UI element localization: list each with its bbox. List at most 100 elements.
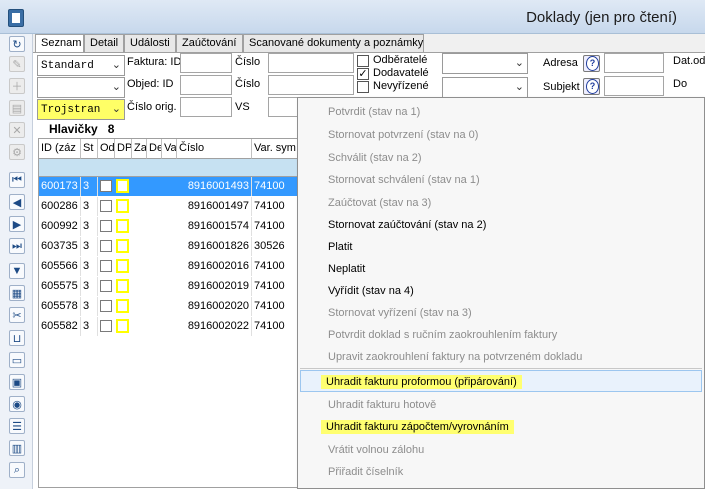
secondary-select[interactable]: ⌄ (37, 77, 125, 98)
tab-udalosti[interactable]: Události (124, 34, 176, 52)
menu-item-platit[interactable]: Platit (328, 241, 352, 253)
table-row[interactable]: 605578 3 8916002020 74100 (39, 297, 310, 316)
col-header-id[interactable]: ID (záz (39, 139, 81, 159)
col-header-va[interactable]: Va (162, 139, 177, 159)
dodavatele-checkbox[interactable]: ✓ (357, 68, 369, 80)
tools-icon[interactable]: ✂ (9, 307, 25, 323)
dp-checkbox[interactable] (116, 259, 129, 273)
menu-item-zauctovat[interactable]: Zaúčtovat (stav na 3) (328, 197, 431, 209)
col-header-de[interactable]: De (147, 139, 162, 159)
nevyrizene-checkbox[interactable] (357, 81, 369, 93)
menu-item-vyridit[interactable]: Vyřídit (stav na 4) (328, 285, 414, 297)
menu-item-uhradit-zapoctem[interactable]: Uhradit fakturu zápočtem/vyrovnáním (321, 420, 514, 434)
col-header-dp[interactable]: DP (115, 139, 132, 159)
menu-item-uhradit-proformou[interactable]: Uhradit fakturu proformou (připárování) (321, 375, 522, 389)
objed-id-input[interactable] (180, 75, 232, 95)
report-icon[interactable]: ▥ (9, 440, 25, 456)
subjekt-input[interactable] (604, 76, 664, 96)
right-select-1[interactable]: ⌄ (442, 53, 528, 74)
search-icon[interactable]: ⌕ (9, 462, 25, 478)
menu-item-uhradit-hotove[interactable]: Uhradit fakturu hotově (328, 399, 436, 411)
type-select[interactable]: Trojstran ⌄ (37, 99, 125, 120)
od-checkbox[interactable] (100, 180, 112, 192)
computer-icon[interactable]: ▭ (9, 352, 25, 368)
dp-checkbox[interactable] (116, 299, 129, 313)
adresa-label: Adresa (543, 57, 578, 69)
menu-item-neplatit[interactable]: Neplatit (328, 263, 365, 275)
od-checkbox[interactable] (100, 260, 112, 272)
dp-checkbox[interactable] (116, 199, 129, 213)
refresh-icon[interactable]: ↻ (9, 36, 25, 52)
menu-item-priradit-ciselnik[interactable]: Přiřadit číselník (328, 466, 403, 478)
record-icon[interactable]: ◉ (9, 396, 25, 412)
dp-checkbox[interactable] (116, 319, 129, 333)
grid-filter-row[interactable] (39, 159, 310, 177)
delete-icon[interactable]: ✕ (9, 122, 25, 138)
dp-checkbox[interactable] (116, 219, 129, 233)
document-icon[interactable]: ▤ (9, 100, 25, 116)
dp-checkbox[interactable] (116, 179, 129, 193)
tab-zauctovani[interactable]: Zaúčtování (176, 34, 243, 52)
adresa-help-icon[interactable] (583, 55, 600, 72)
adresa-input[interactable] (604, 53, 664, 73)
menu-item-stornovat-zauctovani[interactable]: Stornovat zaúčtování (stav na 2) (328, 219, 486, 231)
previous-record-icon[interactable]: ◀ (9, 194, 25, 210)
menu-item-rucni-zaokrouhleni[interactable]: Potvrdit doklad s ručním zaokrouhlením f… (328, 329, 557, 341)
table-row[interactable]: 600173 3 8916001493 74100 (39, 177, 310, 196)
right-select-2[interactable]: ⌄ (442, 77, 528, 98)
archive-icon[interactable]: ▣ (9, 374, 25, 390)
odberatele-checkbox[interactable] (357, 55, 369, 67)
cislo-orig-input[interactable] (180, 97, 232, 117)
col-header-st[interactable]: St (81, 139, 98, 159)
od-checkbox[interactable] (100, 320, 112, 332)
edit-icon[interactable]: ✎ (9, 56, 25, 72)
cislo-input-2[interactable] (268, 75, 354, 95)
table-row[interactable]: 603735 3 8916001826 30526 (39, 237, 310, 256)
table-icon[interactable]: ▦ (9, 285, 25, 301)
table-row[interactable]: 600286 3 8916001497 74100 (39, 197, 310, 216)
col-header-za[interactable]: Za (132, 139, 147, 159)
col-header-od[interactable]: Od (98, 139, 115, 159)
menu-item-potvrdit[interactable]: Potvrdit (stav na 1) (328, 106, 420, 118)
menu-item-vratit-zalohu[interactable]: Vrátit volnou zálohu (328, 444, 424, 456)
menu-item-stornovat-schvaleni[interactable]: Stornovat schválení (stav na 1) (328, 174, 480, 186)
od-checkbox[interactable] (100, 280, 112, 292)
table-row[interactable]: 600992 3 8916001574 74100 (39, 217, 310, 236)
new-document-icon[interactable]: ＋ (9, 78, 25, 94)
nevyrizene-label: Nevyřízené (373, 80, 429, 92)
menu-item-stornovat-vyrizeni[interactable]: Stornovat vyřízení (stav na 3) (328, 307, 472, 319)
od-checkbox[interactable] (100, 300, 112, 312)
od-checkbox[interactable] (100, 200, 112, 212)
menu-item-stornovat-potvrzeni[interactable]: Stornovat potvrzení (stav na 0) (328, 129, 478, 141)
subjekt-help-icon[interactable] (583, 78, 600, 95)
col-header-cislo[interactable]: Číslo (177, 139, 252, 159)
table-row[interactable]: 605582 3 8916002022 74100 (39, 317, 310, 336)
table-row[interactable]: 605575 3 8916002019 74100 (39, 277, 310, 296)
odberatele-label: Odběratelé (373, 54, 428, 66)
window-title: Doklady (jen pro čtení) (526, 9, 677, 26)
menu-item-upravit-zaokrouhleni[interactable]: Upravit zaokrouhlení faktury na potvrzen… (328, 351, 582, 363)
table-row[interactable]: 605566 3 8916002016 74100 (39, 257, 310, 276)
cislo-input-1[interactable] (268, 53, 354, 73)
filter-icon[interactable]: ▼ (9, 263, 25, 279)
dp-checkbox[interactable] (116, 279, 129, 293)
cislo-label-1: Číslo (235, 56, 261, 68)
settings-icon[interactable]: ⚙ (9, 144, 25, 160)
menu-item-schvalit[interactable]: Schválit (stav na 2) (328, 152, 422, 164)
tab-scanovane-dokumenty[interactable]: Scanované dokumenty a poznámky (243, 34, 424, 52)
view-select[interactable]: Standard ⌄ (37, 55, 125, 76)
cart-icon[interactable]: ⊔ (9, 330, 25, 346)
faktura-id-input[interactable] (180, 53, 232, 73)
dp-checkbox[interactable] (116, 239, 129, 253)
tab-detail[interactable]: Detail (84, 34, 124, 52)
first-record-icon[interactable]: ⏮ (9, 172, 25, 188)
do-label: Do (673, 78, 688, 90)
od-checkbox[interactable] (100, 220, 112, 232)
tab-seznam[interactable]: Seznam (35, 34, 84, 53)
grid-title: Hlavičky 8 (49, 122, 114, 136)
next-record-icon[interactable]: ▶ (9, 216, 25, 232)
last-record-icon[interactable]: ⏭ (9, 238, 25, 254)
list-icon[interactable]: ☰ (9, 418, 25, 434)
context-menu: Potvrdit (stav na 1) Stornovat potvrzení… (297, 97, 705, 489)
od-checkbox[interactable] (100, 240, 112, 252)
